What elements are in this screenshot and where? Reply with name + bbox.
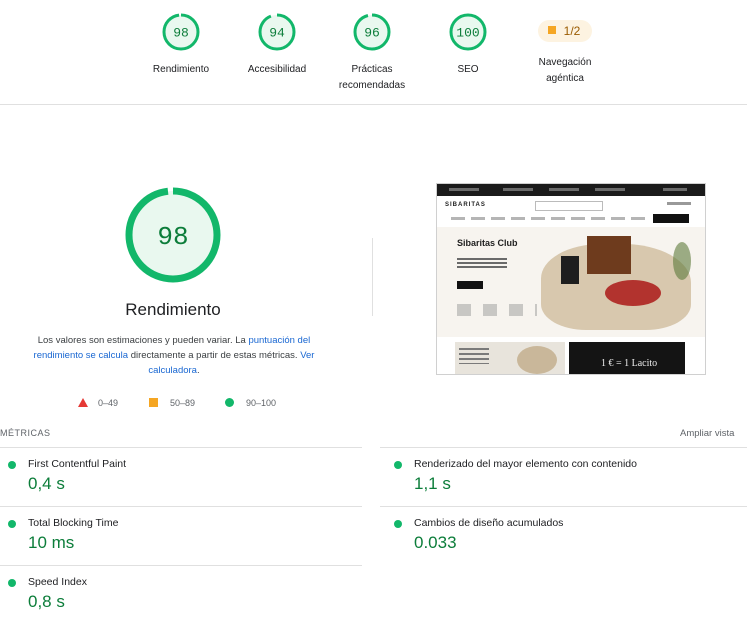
performance-gauge: 98 bbox=[125, 187, 221, 283]
gauge-label: SEO bbox=[457, 64, 479, 75]
desc-text: . bbox=[196, 365, 200, 376]
score-value: 100 bbox=[456, 26, 479, 41]
vertical-divider bbox=[372, 238, 373, 316]
desc-text: Los valores son estimaciones y pueden va… bbox=[37, 335, 249, 346]
score-value: 94 bbox=[269, 26, 285, 41]
thumb-ham-slices bbox=[605, 280, 661, 306]
gauge-accesibilidad[interactable]: 94 Accesibilidad bbox=[222, 12, 332, 78]
pass-circle-icon bbox=[394, 461, 402, 469]
performance-title: Rendimiento bbox=[125, 300, 221, 319]
legend-average: 50–89 bbox=[170, 398, 196, 408]
gauge-label: Prácticas recomendadas bbox=[338, 64, 406, 91]
thumb-bottle bbox=[561, 256, 579, 284]
thumb-gift-box bbox=[587, 236, 631, 274]
gauge-practicas-recomendadas[interactable]: 96 Prácticas recomendadas bbox=[317, 12, 427, 94]
expand-view-toggle[interactable]: Ampliar vista bbox=[680, 428, 734, 439]
metric-name: First Contentful Paint bbox=[28, 458, 127, 470]
metric-value: 0,4 s bbox=[28, 474, 65, 493]
metric-value: 1,1 s bbox=[414, 474, 451, 493]
pass-circle-icon bbox=[8, 579, 16, 587]
thumb-hero-button bbox=[457, 281, 483, 289]
metric-name: Total Blocking Time bbox=[28, 517, 119, 529]
metric-value: 10 ms bbox=[28, 533, 75, 552]
average-square-icon bbox=[547, 26, 556, 34]
metrics-divider bbox=[0, 447, 362, 448]
thumb-club-card: 1 € = 1 Lacito bbox=[569, 342, 685, 374]
gauge-label: Rendimiento bbox=[152, 64, 210, 75]
pass-circle-icon bbox=[8, 461, 16, 469]
score-value: 98 bbox=[173, 26, 189, 41]
desc-text: directamente a partir de estas métricas. bbox=[128, 350, 301, 361]
category-summary: 98 Rendimiento 94 Accesibilidad 96 Práct… bbox=[0, 0, 747, 105]
metric-value: 0.033 bbox=[414, 533, 457, 552]
fraction-value: 1/2 bbox=[563, 24, 581, 38]
score-value: 96 bbox=[364, 26, 380, 41]
pass-circle-icon bbox=[225, 398, 234, 407]
thumb-club-text: 1 € = 1 Lacito bbox=[601, 358, 658, 369]
legend-good: 90–100 bbox=[246, 398, 277, 408]
performance-description: Los valores son estimaciones y pueden va… bbox=[26, 333, 322, 378]
thumb-hero-text bbox=[457, 258, 507, 270]
metric-name: Renderizado del mayor elemento con conte… bbox=[414, 458, 637, 470]
gauge-navegacion-agentica[interactable]: 1/2 Navegación agéntica bbox=[510, 10, 620, 87]
gauge-seo[interactable]: 100 SEO bbox=[413, 12, 523, 78]
score-ring: 96 bbox=[353, 13, 391, 51]
metrics-divider bbox=[0, 565, 362, 566]
pass-circle-icon bbox=[8, 520, 16, 528]
gauge-label: Accesibilidad bbox=[247, 64, 307, 75]
fraction-badge: 1/2 bbox=[537, 20, 593, 42]
thumb-feature-icons bbox=[457, 304, 537, 316]
average-square-icon bbox=[149, 398, 158, 407]
thumb-login bbox=[667, 202, 691, 205]
metrics-heading: MÉTRICAS bbox=[0, 428, 51, 438]
thumb-brand-logo: SIBARITAS bbox=[445, 202, 486, 208]
score-ring: 100 bbox=[449, 13, 487, 51]
thumb-search-box bbox=[535, 201, 603, 211]
legend-poor: 0–49 bbox=[98, 398, 119, 408]
performance-score: 98 bbox=[157, 222, 188, 252]
thumb-hero-title: Sibaritas Club bbox=[457, 238, 518, 248]
thumb-leaf bbox=[673, 242, 691, 280]
pass-circle-icon bbox=[394, 520, 402, 528]
metrics-divider bbox=[0, 506, 362, 507]
gauge-label: Navegación agéntica bbox=[538, 57, 592, 84]
thumb-cta-button bbox=[653, 214, 689, 223]
score-ring: 94 bbox=[258, 13, 296, 51]
metrics-divider bbox=[380, 447, 747, 448]
page-screenshot-thumbnail[interactable]: SIBARITAS Sibaritas Club 1 € = 1 Lacito bbox=[436, 183, 706, 375]
metrics-divider bbox=[380, 506, 747, 507]
thumb-nav-row bbox=[451, 217, 651, 220]
fail-triangle-icon bbox=[78, 398, 88, 407]
thumb-topbar bbox=[437, 184, 705, 196]
metric-value: 0,8 s bbox=[28, 592, 65, 611]
thumb-promo-card bbox=[455, 342, 565, 374]
gauge-rendimiento[interactable]: 98 Rendimiento bbox=[126, 12, 236, 78]
score-ring: 98 bbox=[162, 13, 200, 51]
metric-name: Cambios de diseño acumulados bbox=[414, 517, 564, 529]
metric-name: Speed Index bbox=[28, 576, 87, 588]
score-legend: 0–49 50–89 90–100 bbox=[76, 396, 316, 410]
